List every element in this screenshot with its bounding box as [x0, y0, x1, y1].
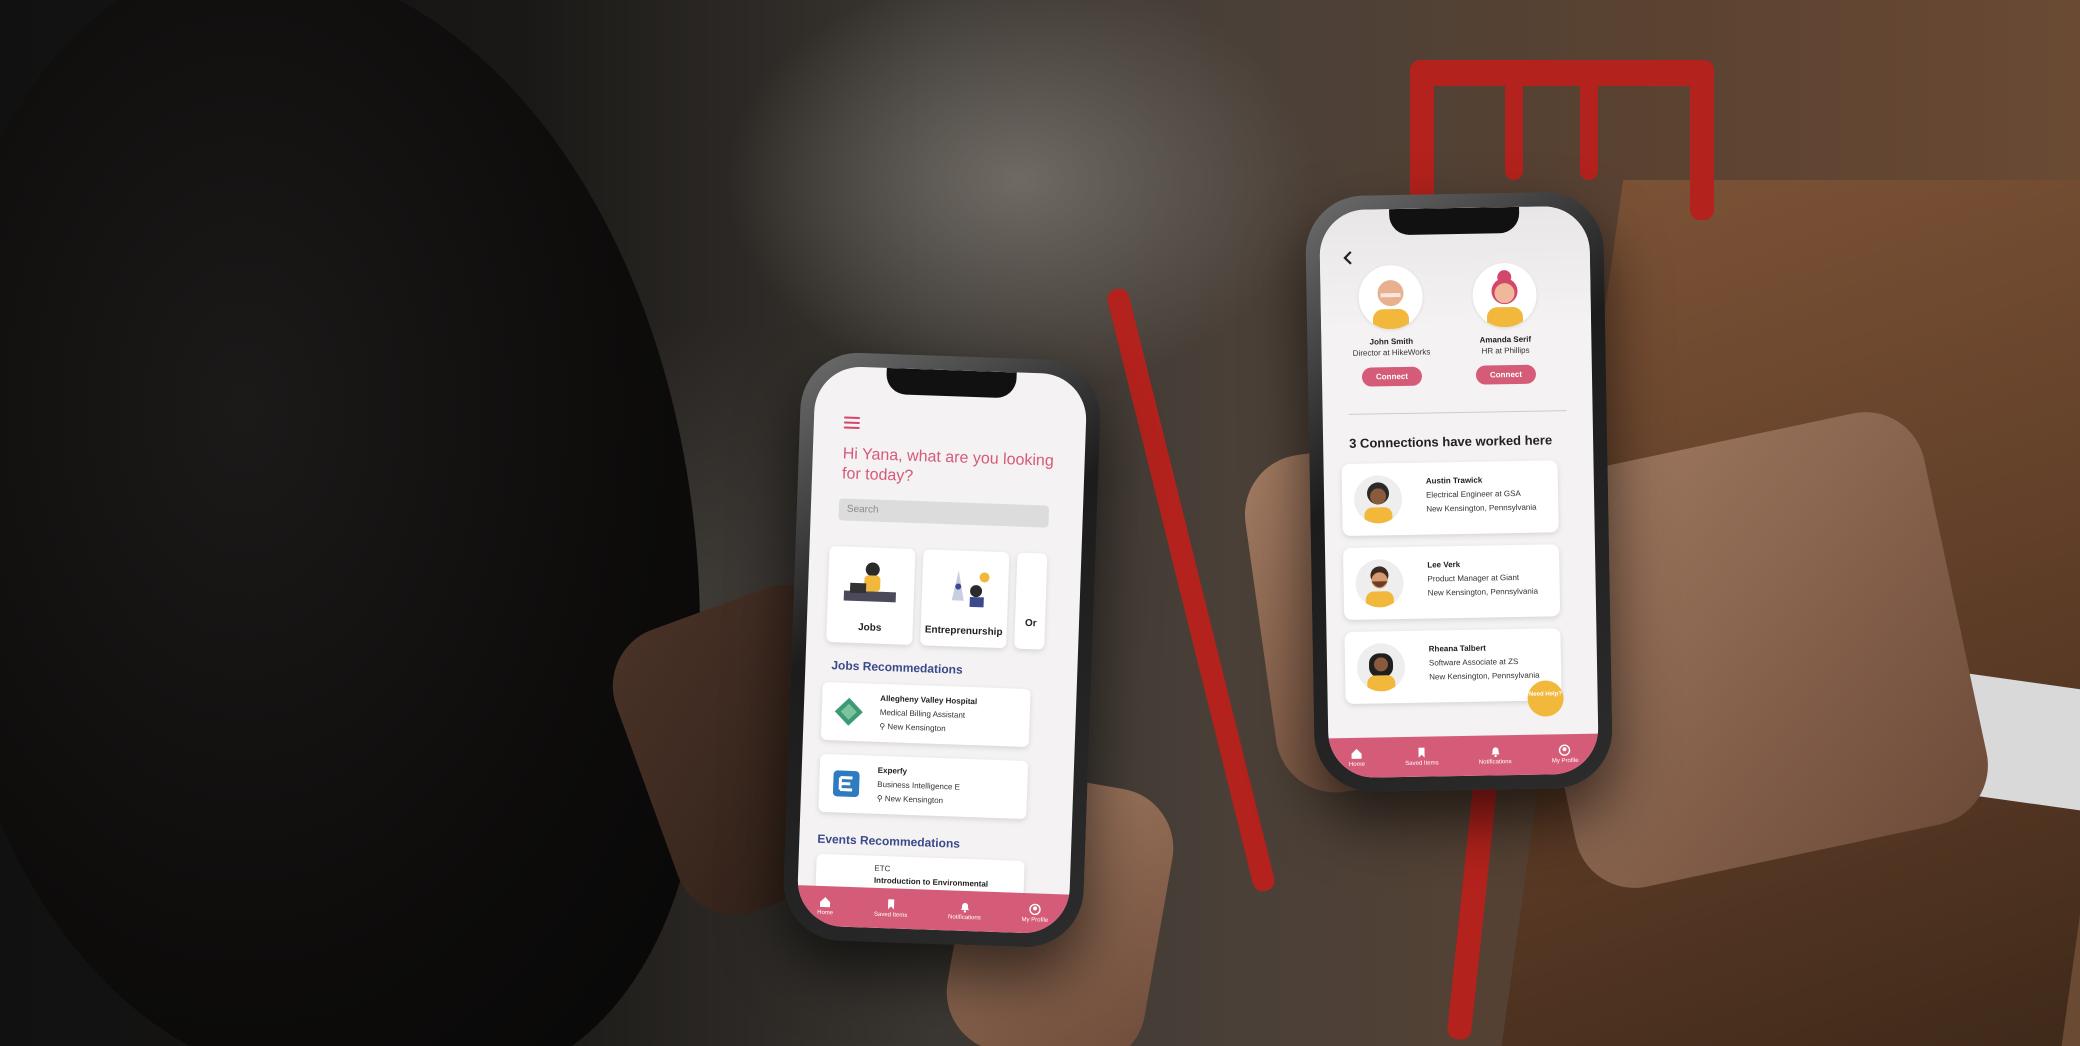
hamburger-menu-icon[interactable] — [843, 416, 861, 429]
tab-label: My Profile — [1551, 757, 1579, 765]
job-company: Experfy — [877, 765, 908, 776]
tab-saved-items[interactable]: Saved Items — [1405, 746, 1439, 767]
featured-person: Amanda Serif HR at Phillips Connect — [1444, 262, 1566, 385]
person-role: HR at Phillips — [1481, 345, 1530, 356]
tab-my-profile[interactable]: My Profile — [1021, 903, 1048, 924]
tab-label: Saved Items — [873, 911, 908, 919]
tab-saved-items[interactable]: Saved Items — [874, 898, 908, 919]
person-role: Director at HikeWorks — [1352, 347, 1431, 358]
bookmark-icon — [887, 899, 895, 910]
connection-card[interactable]: Lee Verk Product Manager at Giant New Ke… — [1342, 544, 1561, 621]
tab-my-profile[interactable]: My Profile — [1552, 744, 1579, 764]
woman-avatar-icon — [1486, 270, 1524, 328]
avatar — [1358, 264, 1424, 330]
connection-location: New Kensington, Pennsylvania — [1426, 502, 1537, 514]
phone-notch — [885, 367, 1018, 399]
bald-man-avatar-icon — [1372, 280, 1410, 330]
phone-company: John Smith Director at HikeWorks Connect… — [1304, 191, 1614, 793]
home-icon — [820, 897, 831, 908]
greeting-heading: Hi Yana, what are you looking for today? — [841, 445, 1055, 485]
connection-name: Lee Verk — [1427, 559, 1461, 570]
bookmark-icon — [1418, 747, 1425, 758]
home-icon — [1351, 748, 1362, 759]
person-hair — [0, 0, 700, 1046]
job-card[interactable]: Allegheny Valley Hospital Medical Billin… — [820, 681, 1031, 748]
connection-location: New Kensington, Pennsylvania — [1429, 670, 1540, 682]
chair-backrest — [1410, 60, 1710, 86]
tab-home[interactable]: Home — [1349, 748, 1365, 768]
tab-label: Notifications — [1478, 759, 1512, 766]
experfy-logo-icon — [832, 770, 860, 798]
job-title: Business Intelligence E — [877, 779, 961, 792]
tab-label: Notifications — [947, 914, 981, 922]
category-label: Entreprenurship — [924, 624, 1003, 639]
event-org: ETC — [874, 863, 891, 874]
need-help-button[interactable]: Need Help? — [1527, 680, 1564, 717]
jobs-section-title: Jobs Recommedations — [831, 658, 963, 677]
category-label: Jobs — [857, 622, 882, 634]
category-card-entrepreneurship[interactable]: Entreprenurship — [920, 549, 1010, 649]
job-location-text: New Kensington — [887, 722, 946, 734]
connections-title: 3 Connections have worked here — [1349, 432, 1553, 451]
events-section-title: Events Recommedations — [817, 831, 961, 851]
woman-avatar-icon — [1367, 653, 1396, 692]
event-title: Introduction to Environmental — [873, 875, 989, 889]
job-title: Medical Billing Assistant — [879, 707, 966, 720]
connect-button[interactable]: Connect — [1361, 366, 1423, 387]
tab-label: Home — [1348, 761, 1365, 768]
job-location: ⚲ New Kensington — [876, 793, 944, 806]
tab-label: Home — [817, 909, 834, 917]
home-screen: Hi Yana, what are you looking for today?… — [796, 365, 1088, 935]
bottom-tab-bar: Home Saved Items Notifications My Profil… — [1328, 733, 1599, 779]
tab-label: Saved Items — [1405, 760, 1439, 767]
person-name: John Smith — [1369, 336, 1414, 347]
connection-card[interactable]: Austin Trawick Electrical Engineer at GS… — [1341, 460, 1559, 537]
job-company: Allegheny Valley Hospital — [880, 693, 978, 707]
tab-notifications[interactable]: Notifications — [1479, 745, 1512, 766]
connection-name: Rheana Talbert — [1428, 643, 1487, 654]
bearded-man-avatar-icon — [1365, 566, 1394, 608]
profile-icon — [1029, 903, 1041, 916]
rocket-illustration-icon — [951, 570, 990, 608]
connection-role: Software Associate at ZS — [1428, 656, 1519, 668]
search-input[interactable]: Search — [838, 498, 1050, 528]
back-chevron-icon[interactable] — [1342, 250, 1354, 266]
category-label: Or — [1024, 617, 1037, 630]
avatar — [1355, 558, 1404, 608]
chair-slat — [1580, 80, 1598, 180]
tab-label: My Profile — [1021, 916, 1049, 924]
chair-post-right — [1690, 60, 1714, 220]
featured-person: John Smith Director at HikeWorks Connect — [1330, 264, 1452, 387]
connection-location: New Kensington, Pennsylvania — [1427, 586, 1539, 598]
connection-name: Austin Trawick — [1425, 475, 1483, 486]
connect-button[interactable]: Connect — [1475, 364, 1537, 385]
category-card-other[interactable]: Or — [1014, 552, 1048, 650]
connection-role: Product Manager at Giant — [1427, 572, 1520, 584]
hospital-logo-icon — [834, 697, 863, 726]
profile-icon — [1559, 744, 1571, 756]
avatar — [1353, 474, 1403, 524]
bell-icon — [960, 903, 969, 913]
job-card[interactable]: Experfy Business Intelligence E ⚲ New Ke… — [818, 753, 1029, 820]
divider — [1348, 410, 1567, 415]
avatar — [1472, 262, 1538, 328]
bottom-tab-bar: Home Saved Items Notifications My Profil… — [796, 885, 1070, 935]
jobs-illustration-icon — [843, 562, 896, 603]
person-name: Amanda Serif — [1479, 334, 1532, 345]
man-avatar-icon — [1364, 482, 1393, 524]
category-card-jobs[interactable]: Jobs — [826, 546, 916, 645]
bell-icon — [1491, 747, 1500, 758]
job-location: ⚲ New Kensington — [879, 721, 946, 734]
tab-home[interactable]: Home — [817, 896, 834, 917]
company-screen: John Smith Director at HikeWorks Connect… — [1319, 205, 1599, 779]
phone-notch — [1389, 206, 1520, 236]
chair-leg — [1446, 779, 1498, 1041]
chair-slat — [1505, 80, 1523, 180]
phone-home: Hi Yana, what are you looking for today?… — [781, 350, 1103, 950]
avatar — [1356, 642, 1406, 692]
job-location-text: New Kensington — [884, 794, 944, 806]
connection-role: Electrical Engineer at GSA — [1425, 488, 1521, 500]
tab-notifications[interactable]: Notifications — [947, 900, 981, 922]
